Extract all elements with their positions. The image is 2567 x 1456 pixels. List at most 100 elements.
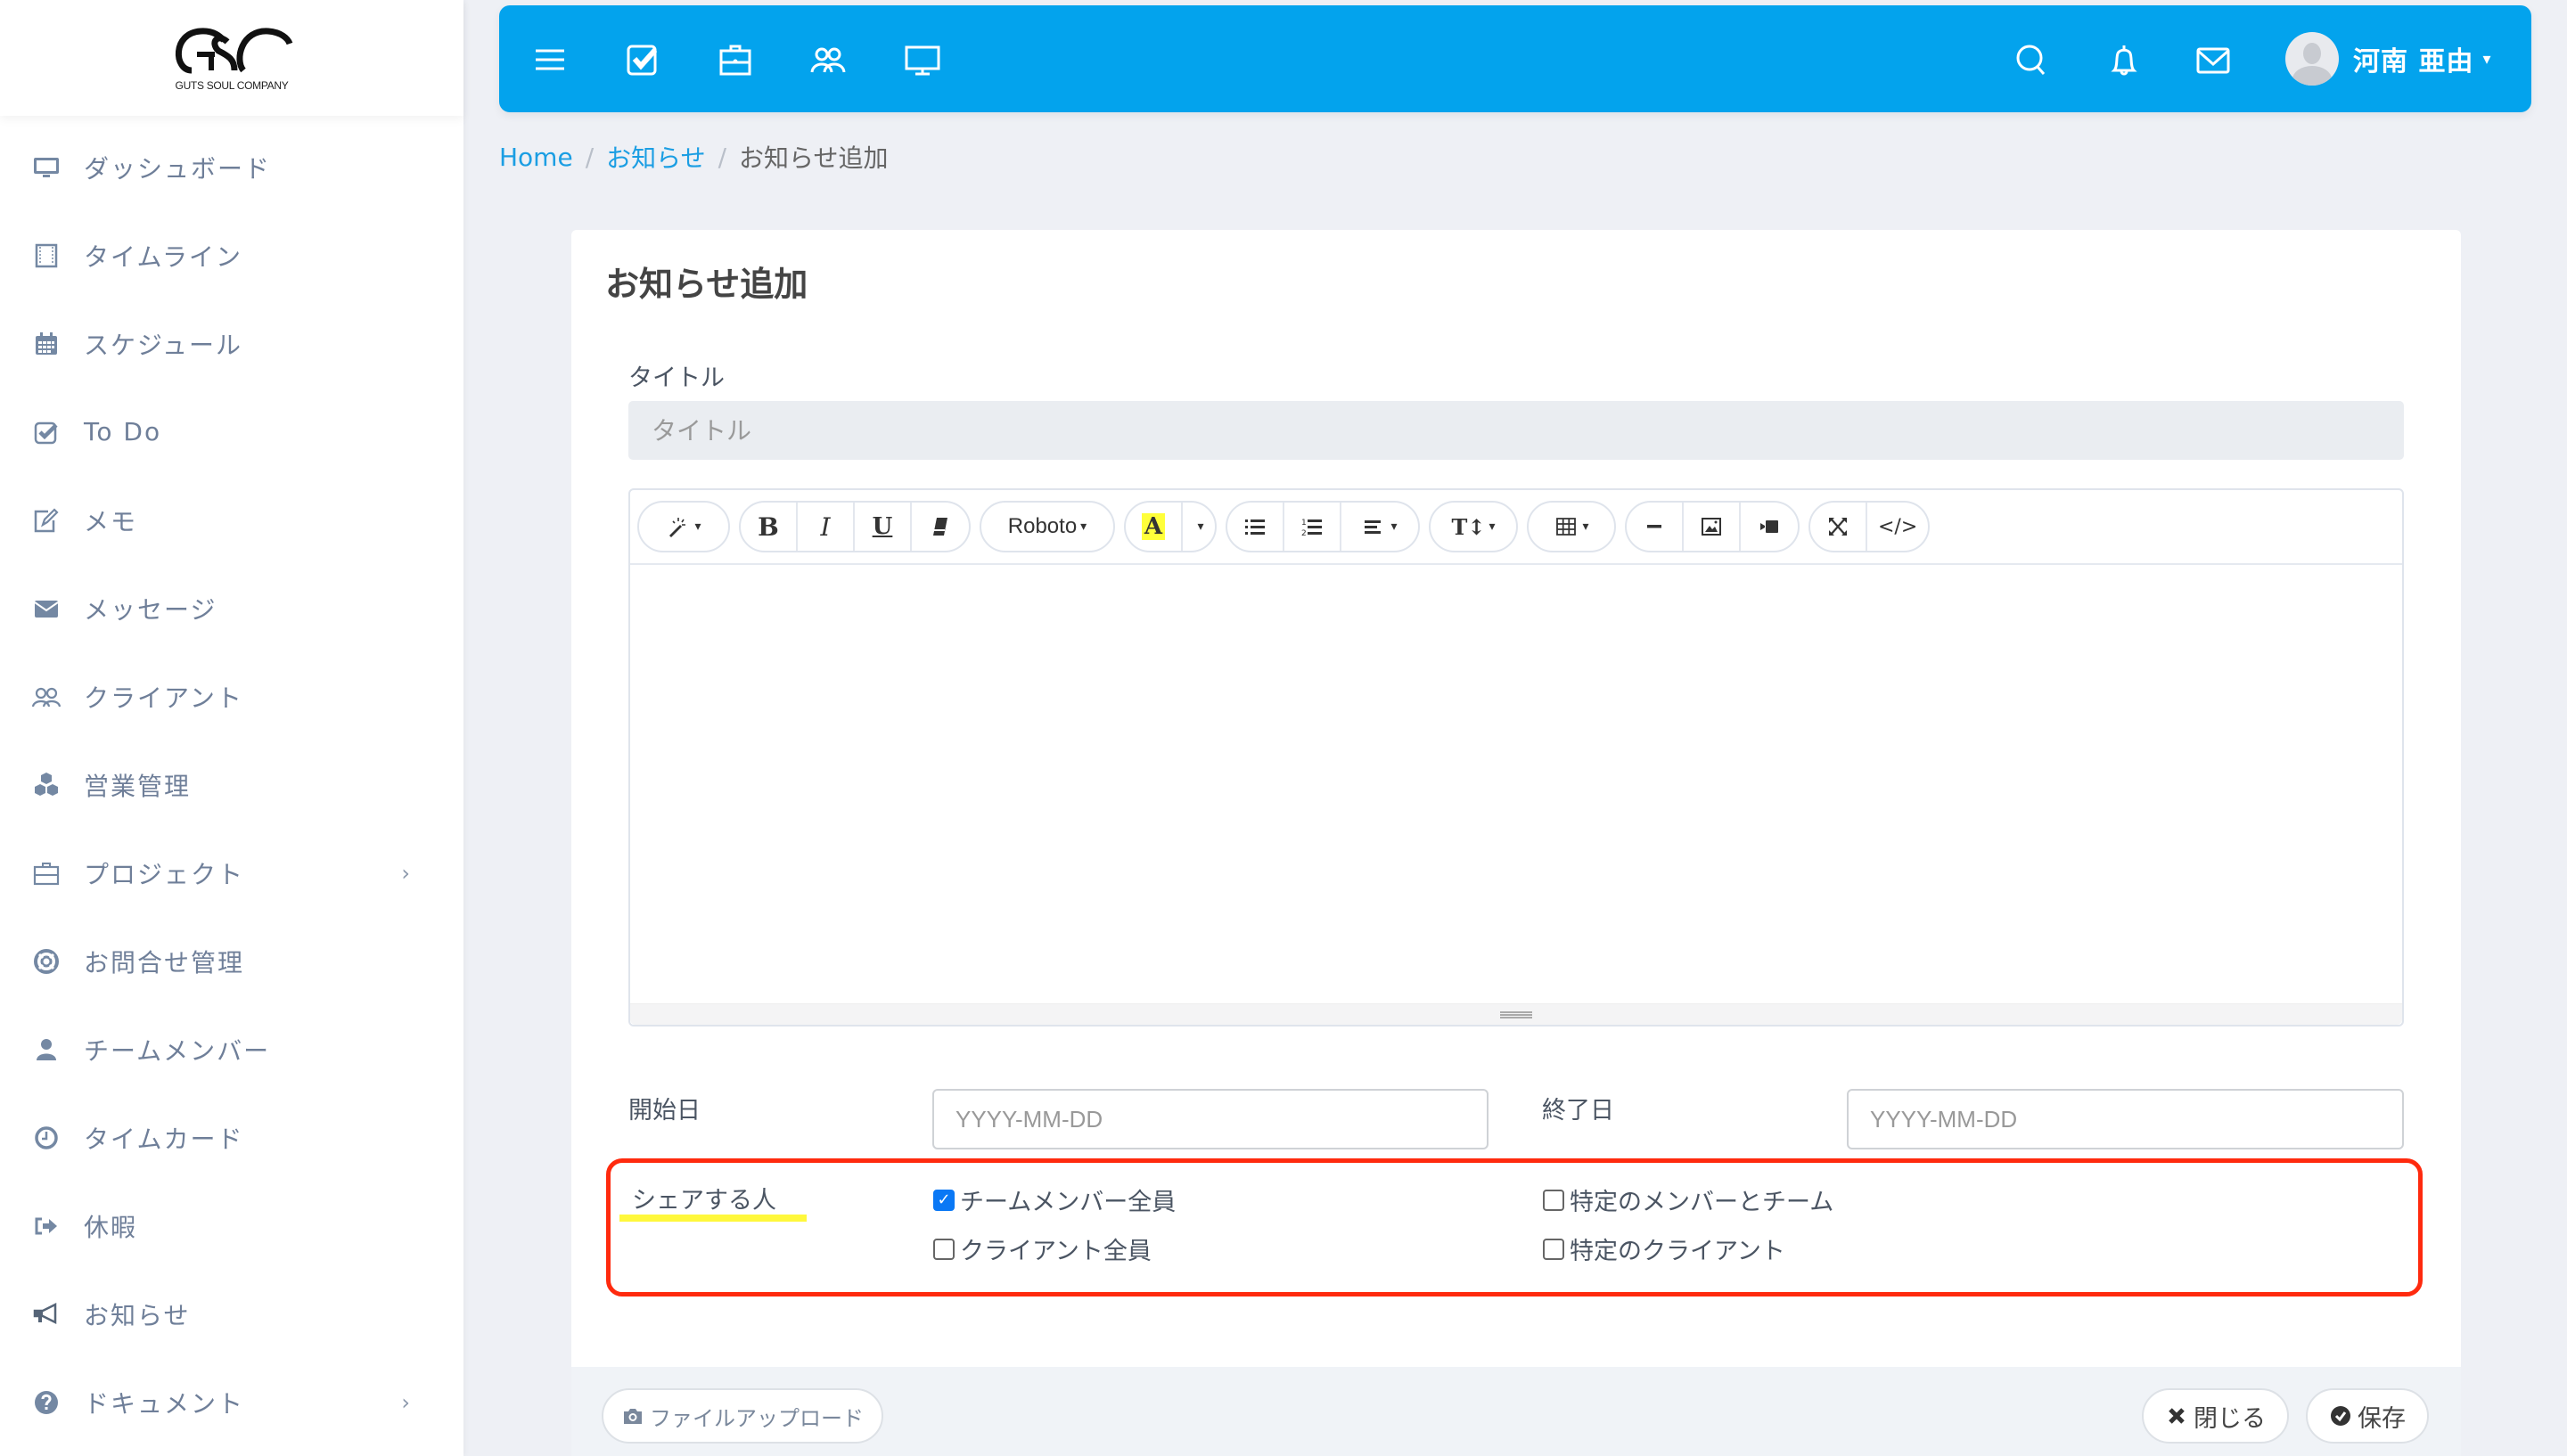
insert-group (1625, 501, 1800, 552)
share-option-label: 特定のメンバーとチーム (1570, 1189, 1834, 1216)
bell-icon[interactable] (2105, 41, 2143, 78)
menu-icon[interactable] (531, 41, 569, 78)
caret-down-icon: ▾ (1080, 519, 1087, 534)
sidebar-item-label: タイムカード (84, 1124, 244, 1154)
share-option-specific-members[interactable]: 特定のメンバーとチーム (1543, 1182, 1833, 1217)
title-label: タイトル (628, 364, 725, 392)
share-option-specific-clients[interactable]: 特定のクライアント (1543, 1231, 1785, 1266)
caret-down-icon: ▾ (694, 519, 701, 534)
breadcrumb-home[interactable]: Home (499, 143, 573, 172)
save-label: 保存 (2358, 1404, 2406, 1432)
svg-text:2: 2 (1301, 529, 1307, 538)
sidebar-item-message[interactable]: メッセージ (0, 564, 463, 652)
checkbox-checked[interactable] (933, 1189, 955, 1211)
style-button[interactable]: ▾ (639, 503, 728, 551)
font-size-button[interactable]: T↕ ▾ (1431, 503, 1516, 551)
code-view-button[interactable]: </> (1867, 503, 1928, 551)
highlight-color-button[interactable]: A (1126, 503, 1183, 551)
clear-format-button[interactable] (912, 503, 969, 551)
sign-out-icon (30, 1210, 62, 1242)
title-input[interactable] (628, 401, 2404, 460)
checkbox[interactable] (1543, 1238, 1564, 1260)
logo-text: GUTS SOUL COMPANY (175, 79, 289, 92)
users-icon (30, 681, 62, 713)
list-ul-icon (1245, 519, 1265, 535)
horizontal-rule-button[interactable] (1627, 503, 1684, 551)
users-icon[interactable] (809, 41, 847, 78)
video-icon (1760, 520, 1778, 533)
sidebar-item-label: メッセージ (84, 594, 217, 625)
chevron-right-icon: › (401, 1389, 410, 1415)
style-group: ▾ (637, 501, 730, 552)
sidebar-item-timecard[interactable]: タイムカード (0, 1093, 463, 1182)
sidebar-item-dashboard[interactable]: ダッシュボード (0, 123, 463, 211)
share-option-all-members[interactable]: チームメンバー全員 (933, 1182, 1176, 1217)
start-date-input[interactable] (932, 1089, 1489, 1149)
close-icon (2169, 1408, 2185, 1424)
user-menu[interactable]: 河南 亜由 ▾ (2285, 32, 2491, 86)
checkbox[interactable] (933, 1238, 955, 1260)
ordered-list-button[interactable]: 12 (1284, 503, 1341, 551)
sidebar-item-inquiry[interactable]: お問合せ管理 (0, 917, 463, 1005)
sidebar-item-label: クライアント (84, 683, 243, 713)
sidebar-item-label: お問合せ管理 (84, 947, 245, 977)
breadcrumb-notice[interactable]: お知らせ (606, 139, 705, 175)
save-button[interactable]: 保存 (2306, 1388, 2429, 1444)
sidebar-item-schedule[interactable]: スケジュール (0, 299, 463, 388)
editor-content[interactable] (630, 565, 2402, 1002)
briefcase-icon (30, 857, 62, 889)
sidebar-item-label: タイムライン (84, 241, 243, 272)
italic-button[interactable]: I (798, 503, 855, 551)
lifebuoy-icon (30, 945, 62, 977)
unordered-list-button[interactable] (1227, 503, 1284, 551)
picture-button[interactable] (1684, 503, 1741, 551)
monitor-icon[interactable] (904, 41, 941, 78)
calendar-icon (30, 328, 62, 360)
video-button[interactable] (1741, 503, 1798, 551)
fullscreen-button[interactable] (1810, 503, 1867, 551)
caret-down-icon: ▾ (2482, 49, 2491, 69)
view-group: </> (1808, 501, 1931, 552)
caret-down-icon: ▾ (1489, 519, 1496, 534)
share-option-all-clients[interactable]: クライアント全員 (933, 1231, 1152, 1266)
sidebar-item-notice[interactable]: お知らせ (0, 1270, 463, 1358)
table-icon (1556, 518, 1577, 536)
search-icon[interactable] (2013, 41, 2050, 78)
sidebar-item-timeline[interactable]: タイムライン (0, 211, 463, 299)
breadcrumb-separator: / (585, 142, 595, 172)
font-name-dropdown[interactable]: Roboto ▾ (981, 503, 1113, 551)
sidebar-item-project[interactable]: プロジェクト › (0, 829, 463, 917)
color-dropdown-button[interactable]: ▾ (1183, 503, 1215, 551)
checkbox-icon[interactable] (624, 41, 661, 78)
edit-icon (30, 504, 62, 536)
envelope-icon (30, 593, 62, 625)
avatar (2285, 32, 2339, 86)
underline-button[interactable]: U (855, 503, 912, 551)
end-date-input[interactable] (1847, 1089, 2404, 1149)
sidebar-item-label: プロジェクト (84, 859, 245, 889)
sidebar-item-label: To Do (84, 417, 162, 446)
share-label: シェアする人 (632, 1187, 776, 1215)
sidebar-item-sales[interactable]: 営業管理 (0, 740, 463, 829)
close-button[interactable]: 閉じる (2142, 1388, 2289, 1444)
sidebar-item-leave[interactable]: 休暇 (0, 1182, 463, 1270)
sidebar-item-todo[interactable]: To Do (0, 388, 463, 476)
sidebar-item-document[interactable]: ドキュメント › (0, 1358, 463, 1446)
sidebar-item-client[interactable]: クライアント (0, 652, 463, 740)
table-button[interactable]: ▾ (1529, 503, 1614, 551)
sidebar-item-memo[interactable]: メモ (0, 476, 463, 564)
sidebar-item-team-member[interactable]: チームメンバー (0, 1005, 463, 1093)
envelope-icon[interactable] (2194, 41, 2232, 78)
grip-icon (1500, 1010, 1532, 1018)
logo[interactable]: GUTS SOUL COMPANY (0, 0, 463, 116)
sidebar-item-label: ドキュメント (84, 1388, 245, 1419)
caret-down-icon: ▾ (1390, 519, 1398, 534)
checkbox[interactable] (1543, 1189, 1564, 1211)
briefcase-icon[interactable] (717, 41, 754, 78)
editor-resize-handle[interactable] (630, 1003, 2402, 1025)
bold-button[interactable]: B (741, 503, 798, 551)
expand-icon (1829, 518, 1847, 536)
file-upload-button[interactable]: ファイルアップロード (602, 1388, 883, 1444)
eraser-icon (933, 518, 947, 536)
paragraph-align-button[interactable]: ▾ (1341, 503, 1418, 551)
